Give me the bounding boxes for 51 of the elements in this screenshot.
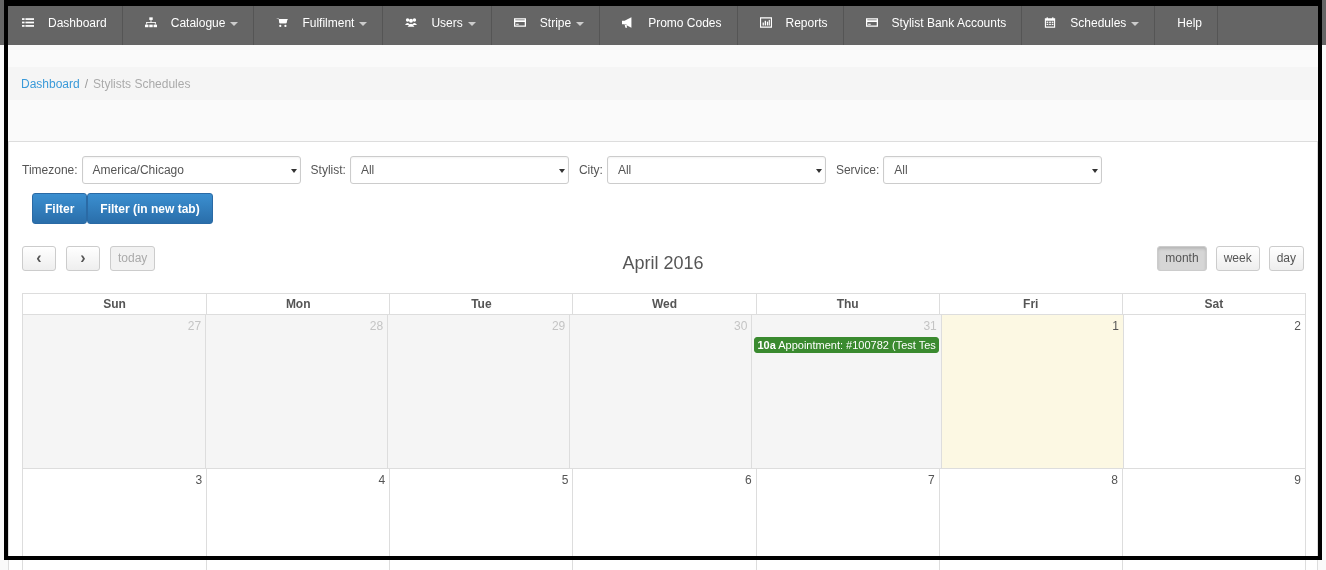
day-number: 8 [1111,473,1119,487]
dropdown-arrow-icon [558,169,565,173]
previous-button[interactable]: ‹ [22,245,56,271]
calendar-event[interactable]: 10a Appointment: #100782 (Test Tes [754,337,939,353]
day-number: 3 [195,473,204,487]
view-button[interactable]: month [1157,245,1207,271]
nav-menu-item[interactable]: Schedules [1022,0,1156,45]
breadcrumb-link[interactable]: Dashboard [21,76,80,91]
bar-chart-icon [759,17,772,28]
nav-menu-item[interactable]: Dashboard [0,0,123,45]
day-number: 9 [1294,473,1302,487]
nav-menu-item[interactable]: Help [1155,0,1219,45]
nav-menu-item[interactable]: Users [383,0,492,45]
day-number: 5 [561,473,570,487]
filter-button[interactable]: Filter (in new tab) [87,193,213,224]
nav-menu-item[interactable]: Reports [737,0,844,45]
breadcrumb-current: Stylists Schedules [93,76,191,91]
filter-label: Service: [835,163,880,177]
filter-label: Timezone: [22,163,78,177]
cart-icon [276,17,289,28]
calendar-icon [1044,17,1057,28]
dropdown-select[interactable]: America/Chicago [81,156,301,184]
filter-label: City: [578,163,603,177]
day-number: 4 [378,473,387,487]
list-icon [22,17,34,28]
credit-card-icon [513,17,526,28]
day-number: 7 [928,473,936,487]
nav-menu-item[interactable]: Fulfilment [254,0,384,45]
users-icon [405,17,418,28]
dropdown-arrow-icon [1092,169,1099,173]
next-button[interactable]: › [66,245,100,271]
day-number: 6 [744,473,753,487]
nav-menu-item[interactable]: Stylist Bank Accounts [843,0,1023,45]
day-number: 1 [1112,319,1120,333]
dropdown-arrow-icon [815,169,822,173]
nav-menu-item[interactable]: Stripe [491,0,601,45]
breadcrumb-separator: / [84,76,89,91]
filter-label: Stylist: [310,163,346,177]
dropdown-select[interactable]: All [606,156,826,184]
credit-card-icon [865,17,878,28]
nav-menu-item[interactable]: Promo Codes [600,0,738,45]
sitemap-icon [144,17,157,28]
filter-button[interactable]: Filter [32,193,88,224]
view-button[interactable]: day [1268,245,1304,271]
calendar-title: April 2016 [622,252,704,274]
dropdown-select[interactable]: All [349,156,569,184]
dropdown-arrow-icon [290,169,297,173]
dropdown-select[interactable]: All [883,156,1103,184]
view-button[interactable]: week [1215,245,1260,271]
day-number: 2 [1294,319,1302,333]
nav-menu-item[interactable]: Catalogue [122,0,255,45]
